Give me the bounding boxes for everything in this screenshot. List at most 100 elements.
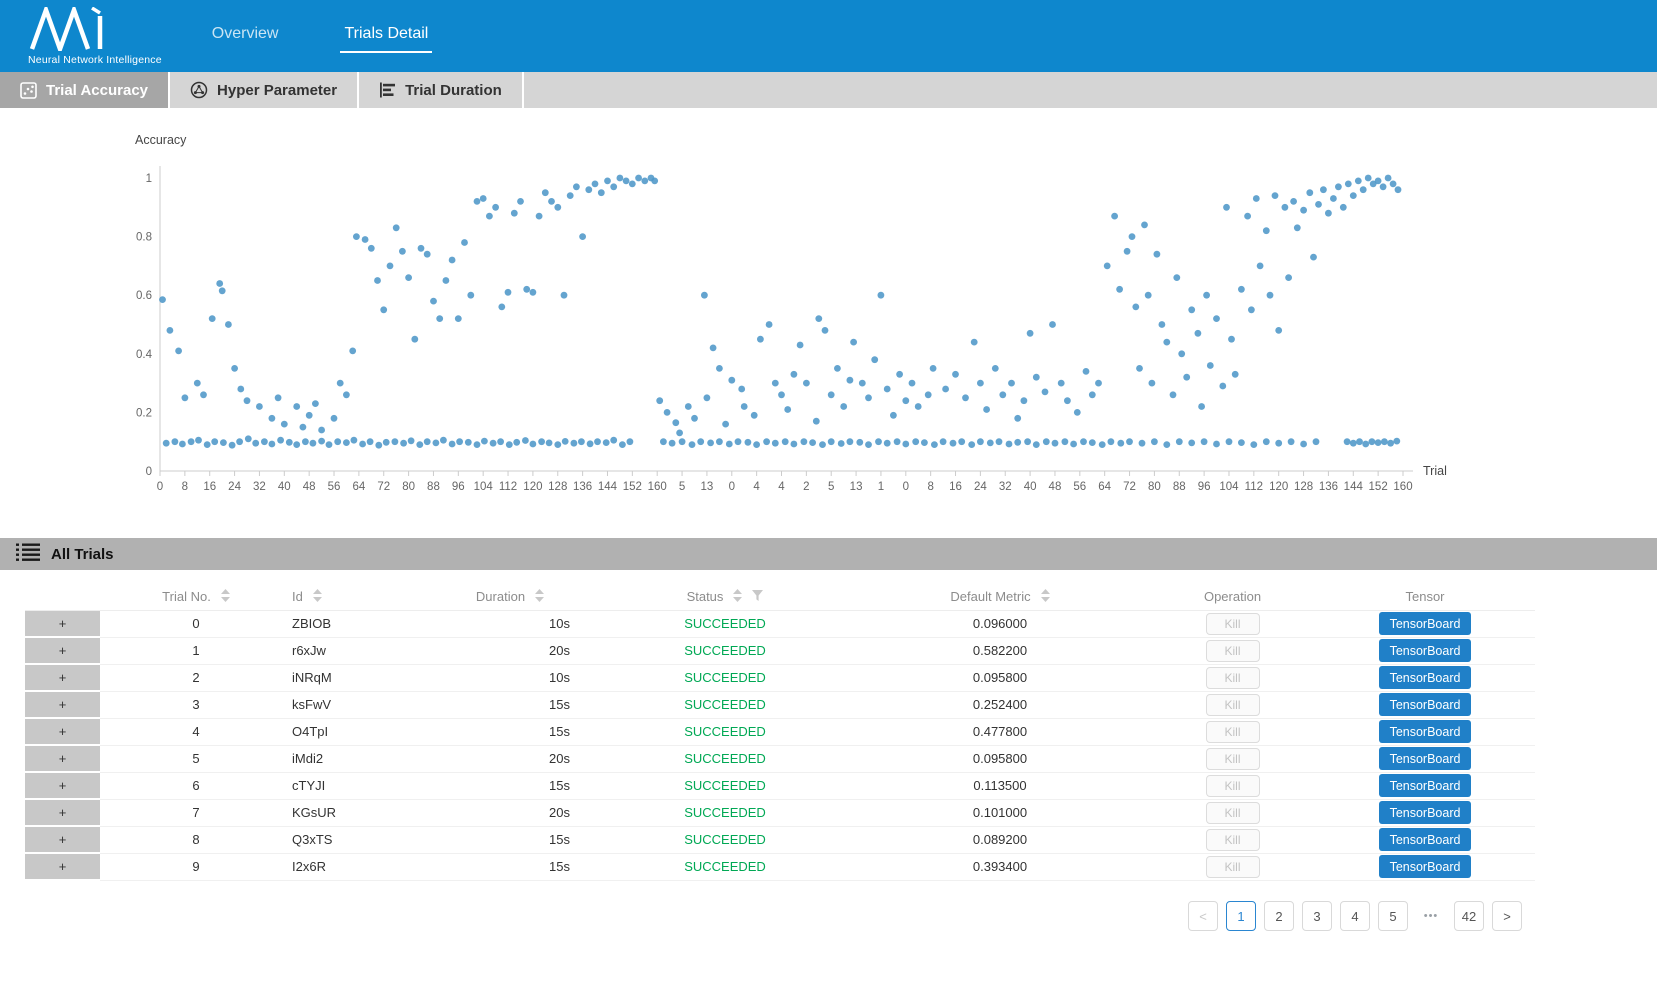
scatter-point[interactable] [778,391,785,398]
scatter-point[interactable] [399,248,406,255]
scatter-point[interactable] [380,306,387,313]
scatter-point[interactable] [890,412,897,419]
scatter-point[interactable] [763,438,770,445]
scatter-point[interactable] [1385,175,1392,182]
scatter-point[interactable] [1095,380,1102,387]
scatter-point[interactable] [562,438,569,445]
scatter-point[interactable] [498,304,505,311]
scatter-point[interactable] [689,441,696,448]
scatter-point[interactable] [871,356,878,363]
tab-hyper-parameter[interactable]: Hyper Parameter [170,72,359,108]
scatter-point[interactable] [1141,222,1148,229]
scatter-point[interactable] [1253,195,1260,202]
scatter-point[interactable] [523,286,530,293]
scatter-point[interactable] [950,440,957,447]
scatter-point[interactable] [1058,380,1065,387]
scatter-point[interactable] [940,438,947,445]
scatter-point[interactable] [474,198,481,205]
scatter-point[interactable] [856,439,863,446]
scatter-point[interactable] [522,437,529,444]
scatter-point[interactable] [351,437,358,444]
kill-button[interactable]: Kill [1206,802,1260,824]
scatter-point[interactable] [1129,233,1136,240]
scatter-point[interactable] [1387,440,1394,447]
scatter-point[interactable] [610,437,617,444]
scatter-point[interactable] [838,440,845,447]
scatter-point[interactable] [791,441,798,448]
kill-button[interactable]: Kill [1206,613,1260,635]
scatter-point[interactable] [592,181,599,188]
scatter-point[interactable] [992,365,999,372]
scatter-point[interactable] [884,440,891,447]
scatter-point[interactable] [1195,330,1202,337]
scatter-point[interactable] [1139,440,1146,447]
scatter-point[interactable] [782,438,789,445]
scatter-point[interactable] [1021,397,1028,404]
scatter-point[interactable] [337,380,344,387]
scatter-point[interactable] [697,438,704,445]
scatter-point[interactable] [585,186,592,193]
scatter-point[interactable] [772,440,779,447]
scatter-point[interactable] [480,195,487,202]
scatter-point[interactable] [517,198,524,205]
scatter-point[interactable] [277,437,284,444]
scatter-point[interactable] [167,327,174,334]
tensorboard-button[interactable]: TensorBoard [1379,855,1471,878]
scatter-point[interactable] [1064,397,1071,404]
scatter-point[interactable] [505,289,512,296]
scatter-point[interactable] [1108,438,1115,445]
scatter-point[interactable] [387,263,394,270]
kill-button[interactable]: Kill [1206,748,1260,770]
scatter-point[interactable] [819,441,826,448]
scatter-point[interactable] [1393,438,1400,445]
scatter-point[interactable] [1313,438,1320,445]
scatter-point[interactable] [1104,263,1111,270]
scatter-point[interactable] [1350,192,1357,199]
scatter-point[interactable] [368,245,375,252]
scatter-point[interactable] [587,440,594,447]
scatter-point[interactable] [894,438,901,445]
scatter-point[interactable] [175,348,182,355]
tensorboard-button[interactable]: TensorBoard [1379,828,1471,851]
scatter-point[interactable] [1154,251,1161,258]
scatter-point[interactable] [236,438,243,445]
scatter-point[interactable] [834,365,841,372]
scatter-point[interactable] [840,403,847,410]
scatter-point[interactable] [803,380,810,387]
scatter-point[interactable] [1282,204,1289,211]
scatter-point[interactable] [513,439,520,446]
scatter-point[interactable] [1238,439,1245,446]
scatter-point[interactable] [766,321,773,328]
scatter-point[interactable] [1178,350,1185,357]
scatter-point[interactable] [1310,254,1317,261]
scatter-point[interactable] [772,380,779,387]
scatter-point[interactable] [179,441,186,448]
scatter-point[interactable] [865,441,872,448]
tab-trial-duration[interactable]: Trial Duration [359,72,524,108]
scatter-point[interactable] [465,439,472,446]
scatter-point[interactable] [1380,183,1387,190]
scatter-point[interactable] [902,441,909,448]
scatter-point[interactable] [1042,389,1049,396]
scatter-point[interactable] [619,441,626,448]
scatter-point[interactable] [237,386,244,393]
kill-button[interactable]: Kill [1206,829,1260,851]
scatter-point[interactable] [722,421,729,428]
scatter-point[interactable] [1320,186,1327,193]
scatter-point[interactable] [1126,438,1133,445]
scatter-point[interactable] [1083,368,1090,375]
scatter-point[interactable] [538,438,545,445]
scatter-point[interactable] [1395,186,1402,193]
scatter-point[interactable] [310,440,317,447]
tensorboard-button[interactable]: TensorBoard [1379,612,1471,635]
scatter-point[interactable] [318,427,325,434]
scatter-point[interactable] [359,441,366,448]
scatter-point[interactable] [651,178,658,185]
expand-row-button[interactable]: + [25,638,100,663]
scatter-point[interactable] [449,257,456,264]
expand-row-button[interactable]: + [25,719,100,744]
scatter-point[interactable] [753,441,760,448]
scatter-point[interactable] [461,239,468,246]
scatter-point[interactable] [738,386,745,393]
scatter-point[interactable] [1027,330,1034,337]
